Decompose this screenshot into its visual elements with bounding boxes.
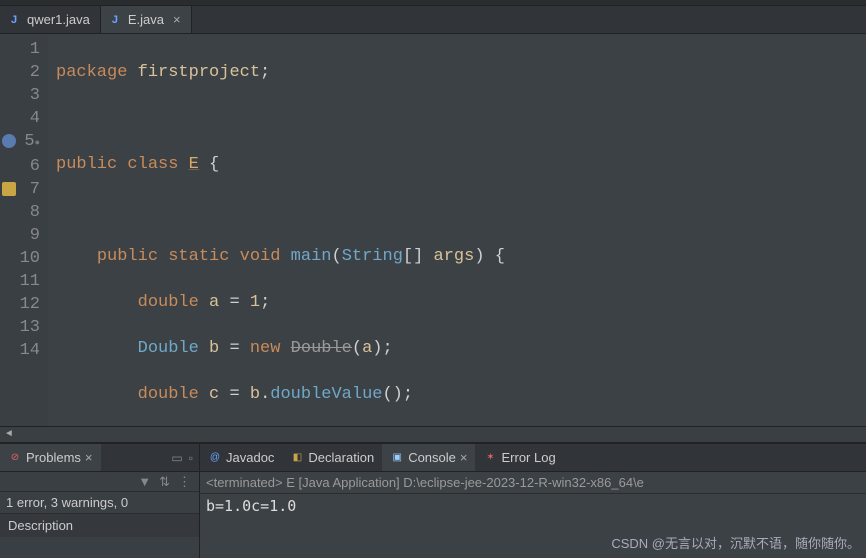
console-icon: ▣ [390,451,404,465]
line-number: 14 [0,339,40,362]
close-icon[interactable]: × [460,450,468,465]
gutter: 1 2 3 4 5● 6 7 8 9 10 11 12 13 14 [0,34,48,426]
tab-label: Problems [26,450,81,465]
line-number: 1 [0,38,40,61]
bottom-tabs: ⊘ Problems × ▭ ▫ @ Javadoc ◧ Declaration… [0,444,866,472]
tab-declaration[interactable]: ◧ Declaration [282,444,382,471]
tab-problems[interactable]: ⊘ Problems × [0,444,101,471]
watermark: CSDN @无言以对，沉默不语，随你随你。 [611,533,860,552]
focus-icon[interactable]: ⇅ [159,474,170,489]
line-number: 6 [0,155,40,178]
java-file-icon: J [107,12,123,28]
min-icon[interactable]: ▭ [171,451,182,465]
horizontal-scrollbar[interactable]: ◄ [0,426,866,442]
tab-javadoc[interactable]: @ Javadoc [200,444,282,471]
tab-label: Declaration [308,450,374,465]
tab-label: Console [408,450,456,465]
filter-icon[interactable]: ▼ [138,474,151,489]
problems-status: 1 error, 3 warnings, 0 [0,492,199,514]
problems-icon: ⊘ [8,451,22,465]
entry-point-marker [2,134,16,148]
tab-qwer1-java[interactable]: J qwer1.java [0,6,101,33]
menu-icon[interactable]: ⋮ [178,474,191,489]
close-icon[interactable]: × [173,12,181,27]
editor-tabs: J qwer1.java J E.java × [0,6,866,34]
tab-label: Javadoc [226,450,274,465]
problems-pane: ▼ ⇅ ⋮ 1 error, 3 warnings, 0 Description [0,472,200,558]
line-number: 13 [0,316,40,339]
code-editor[interactable]: 1 2 3 4 5● 6 7 8 9 10 11 12 13 14 packag… [0,34,866,426]
declaration-icon: ◧ [290,451,304,465]
line-number: 10 [0,247,40,270]
line-number: 9 [0,224,40,247]
warning-marker [2,182,16,196]
problems-col-header[interactable]: Description [0,514,199,537]
tab-errorlog[interactable]: ✶ Error Log [475,444,563,471]
console-title: <terminated> E [Java Application] D:\ecl… [200,472,866,494]
line-number: 4 [0,107,40,130]
tab-label: qwer1.java [27,12,90,27]
errorlog-icon: ✶ [483,451,497,465]
scroll-left-icon[interactable]: ◄ [0,429,18,440]
line-number: 11 [0,270,40,293]
line-number: 2 [0,61,40,84]
java-file-icon: J [6,12,22,28]
console-output: b=1.0c=1.0 [200,494,866,518]
tab-console[interactable]: ▣ Console × [382,444,475,471]
tab-label: E.java [128,12,164,27]
tab-e-java[interactable]: J E.java × [101,6,192,33]
line-number: 8 [0,201,40,224]
line-number: 7 [0,178,40,201]
close-icon[interactable]: × [85,450,93,465]
javadoc-icon: @ [208,451,222,465]
tab-label: Error Log [501,450,555,465]
bottom-panel: ⊘ Problems × ▭ ▫ @ Javadoc ◧ Declaration… [0,442,866,558]
code-area[interactable]: package firstproject; public class E { p… [48,34,866,426]
console-pane: <terminated> E [Java Application] D:\ecl… [200,472,866,558]
max-icon[interactable]: ▫ [189,451,193,465]
line-number: 3 [0,84,40,107]
line-number: 5● [0,130,40,155]
line-number: 12 [0,293,40,316]
